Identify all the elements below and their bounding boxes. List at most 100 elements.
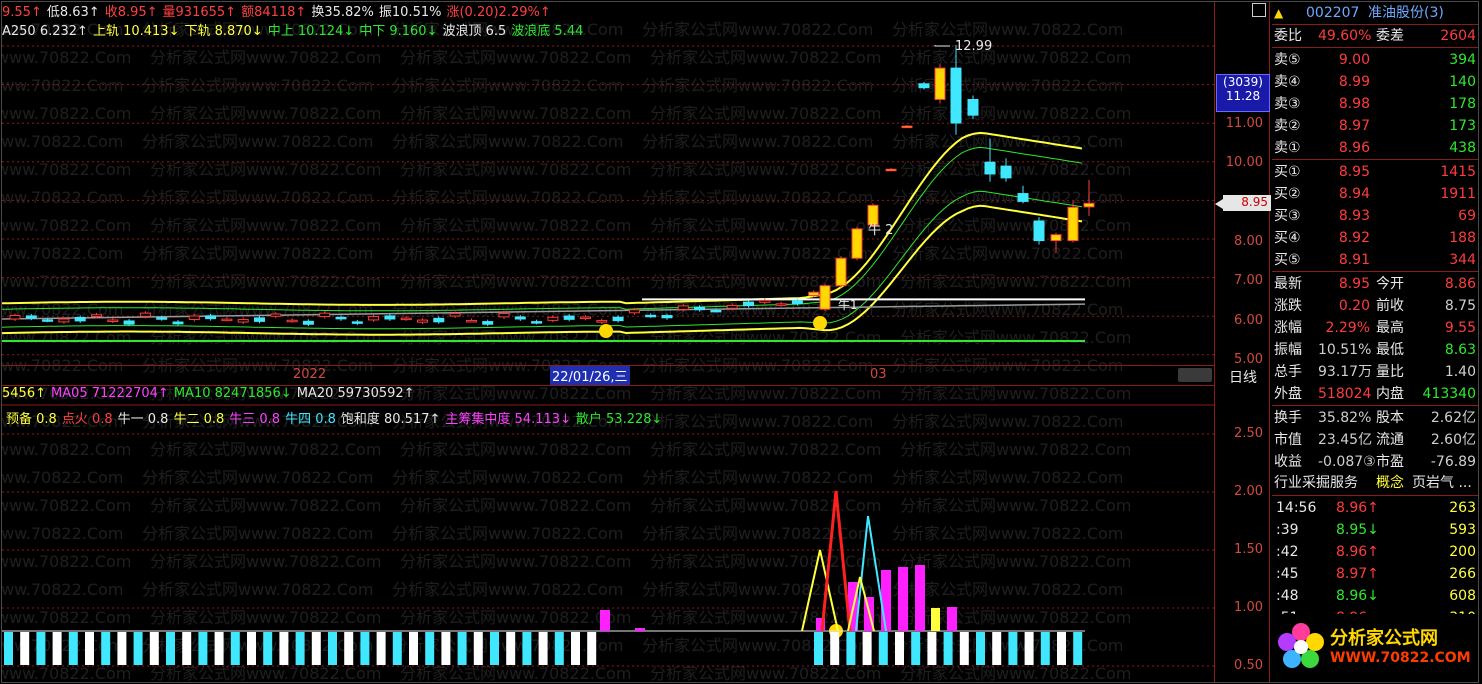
price-tick-label: 5.00 [1234,351,1263,367]
order-label: 买② [1274,186,1301,202]
candle-body [156,317,168,320]
stat-value: 9.55 [1444,320,1476,336]
candle-body [1083,202,1095,208]
tick-row: :39 8.95↓ 593 [1272,519,1478,541]
stat-value: 8.75 [1444,298,1476,314]
concept-value[interactable]: 页岩气 ... [1412,472,1472,494]
indicator-bar [1073,632,1083,665]
indicator-bar [425,632,435,665]
order-label: 卖① [1274,140,1301,156]
candle-body [867,204,879,226]
indicator-item-0: A250 6.232↑ [2,24,88,39]
stat-label: 收益 [1274,454,1302,470]
tick-row: 14:56 8.96↑ 263 [1272,497,1478,519]
stat-label: 流通 [1376,432,1404,448]
logo-url[interactable]: WWW.70822.COM [1330,650,1471,666]
tick-time: 14:56 [1276,500,1317,516]
indicator-bar [976,632,985,665]
candle-body [645,314,657,318]
lower-band-line [2,204,1083,336]
candle-body [743,301,754,307]
candle-body [302,320,314,325]
indicator-item-6: 波浪底 5.44 [511,24,584,39]
quote-row: 涨跌 0.20 前收 8.75 [1272,295,1478,317]
candle-body [221,318,233,322]
candle-body [188,315,200,320]
buy-order-row[interactable]: 买① 8.95 1415 [1272,161,1478,183]
stat-label: 量比 [1376,364,1404,380]
sell-order-row[interactable]: 卖⑤ 9.00 394 [1272,49,1478,71]
indicator-tick-label: 1.00 [1234,600,1263,615]
stat-label: 涨跌 [1274,298,1302,314]
tick-volume: 593 [1449,522,1476,538]
candle-body [1017,193,1029,202]
order-label: 买③ [1274,208,1301,224]
price-tick-label: 7.00 [1234,273,1263,289]
tick-price: 8.95↓ [1336,522,1379,538]
warning-icon[interactable]: ▲ [1274,2,1283,24]
price-tick-label: 11.00 [1225,116,1263,131]
scroll-thumb[interactable] [1178,368,1212,382]
tick-price: 8.96↑ [1336,544,1379,560]
order-volume: 178 [1449,96,1476,112]
candle-body [58,318,70,323]
stat-value: 413340 [1422,386,1476,402]
stat-label: 股本 [1376,410,1404,426]
peak-marker-line [934,44,950,47]
stat-label: 市盈 [1376,454,1404,470]
candle-body [580,316,591,320]
candle-body [1000,165,1012,179]
candle-body [547,316,559,321]
order-label: 卖⑤ [1274,52,1301,68]
candle-body [950,67,962,124]
order-price: 8.99 [1338,74,1370,90]
buy-order-row[interactable]: 买② 8.94 1911 [1272,183,1478,205]
indicator-bar [441,632,451,665]
stat-value: 10.51% [1318,342,1372,358]
mid-upper-line [2,146,1083,312]
date-axis: 2022 22/01/26,三 03 [2,365,1214,386]
period-button[interactable]: 日线 [1220,367,1266,386]
order-label: 买④ [1274,230,1301,246]
maximize-icon[interactable] [1252,3,1266,17]
candle-body [851,228,863,259]
order-volume: 344 [1449,252,1476,268]
order-price: 8.95 [1338,164,1370,180]
buy-order-row[interactable]: 买⑤ 8.91 344 [1272,249,1478,271]
stat-value: -0.087③ [1318,454,1376,470]
sell-order-row[interactable]: 卖② 8.97 173 [1272,115,1478,137]
order-price: 8.92 [1338,230,1370,246]
price-chart[interactable]: 12.99 牛 2 牛1 [2,2,1214,682]
order-volume: 188 [1449,230,1476,246]
volume-ma-item-1: MA05 71222704↑ [50,386,169,401]
ma250-line [2,303,1086,320]
flower-logo-icon [1278,623,1324,668]
candle-body [759,299,771,303]
buy-order-row[interactable]: 买④ 8.92 188 [1272,227,1478,249]
indicator-bar [1024,632,1034,665]
stat-value: 93.17万 [1318,364,1373,380]
indicator-bar [360,632,370,665]
candle-body [934,67,946,100]
sell-order-row[interactable]: 卖③ 8.98 178 [1272,93,1478,115]
indicator-bar [878,632,888,665]
chart-frame: 分析家公式网www.70822.Com分析家公式网www.70822.Com分析… [1,1,1479,683]
sell-order-row[interactable]: 卖④ 8.99 140 [1272,71,1478,93]
indicator-value-line: A250 6.232↑ 上轨 10.413↓ 下轨 8.870↓ 中上 10.124↓… [2,20,588,39]
indicator-bar [895,632,904,665]
tick-row: :45 8.97↑ 266 [1272,563,1478,585]
order-volume: 173 [1449,118,1476,134]
indicator-bar [311,632,321,665]
indicator-bar [927,632,937,665]
candle-body [368,316,380,321]
buy-order-row[interactable]: 买③ 8.93 69 [1272,205,1478,227]
indicator-legend-item-6: 饱和度 80.517↑ [340,412,441,427]
candle-body [498,312,510,318]
candle-body [400,317,412,321]
candle-body [661,315,673,319]
upper-band-line [2,131,1083,306]
peak-price-label: 12.99 [955,39,992,54]
indicator-bar [247,632,256,665]
sell-order-row[interactable]: 卖① 8.96 438 [1272,137,1478,159]
candle-body [531,321,543,324]
